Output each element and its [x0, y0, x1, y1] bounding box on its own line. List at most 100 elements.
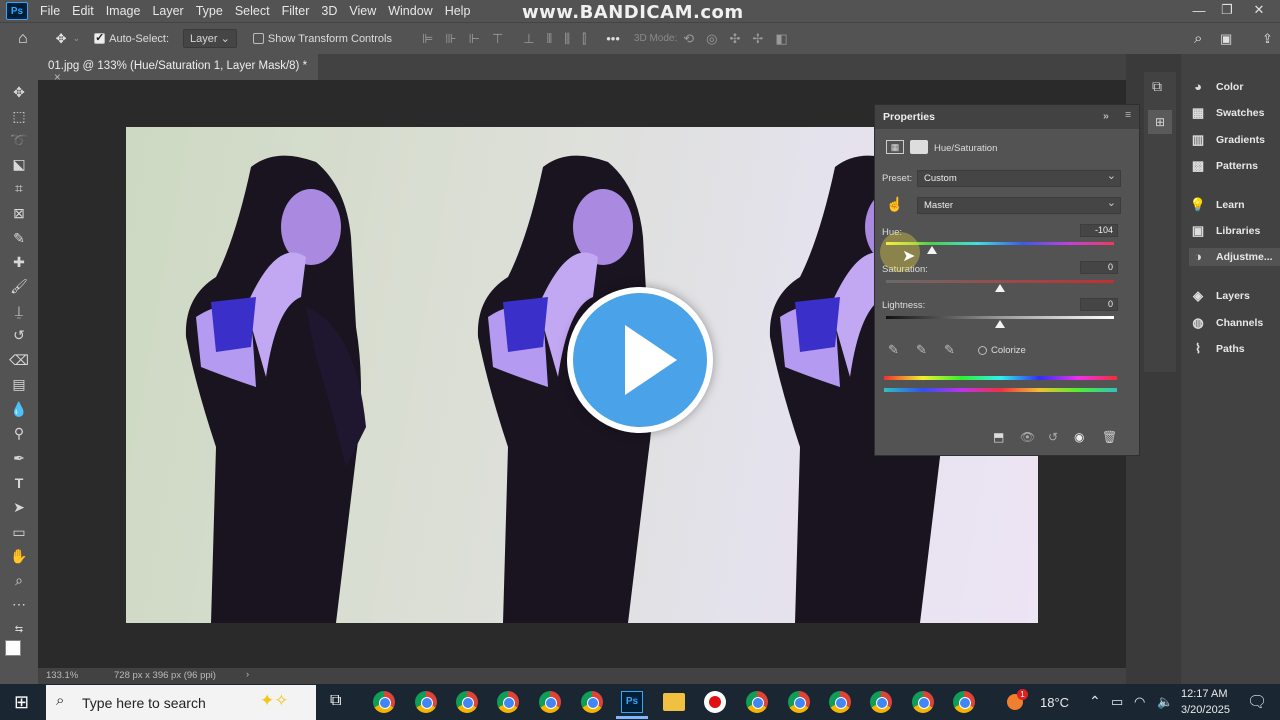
home-icon[interactable]: ⌂: [18, 30, 28, 48]
lightness-slider-thumb[interactable]: [995, 320, 1005, 328]
clock-time[interactable]: 12:17 AM: [1181, 688, 1227, 700]
eyedropper-tool-icon[interactable]: ✎: [9, 228, 29, 248]
history-panel-icon[interactable]: ⧉: [1152, 78, 1162, 95]
3d-scale-icon[interactable]: ◧: [775, 31, 787, 47]
saturation-value-field[interactable]: 0: [1080, 261, 1118, 274]
minimize-icon[interactable]: —: [1184, 0, 1214, 20]
task-view-icon[interactable]: ⧉: [330, 692, 341, 710]
hand-tool-icon[interactable]: ✋: [9, 546, 29, 566]
swap-colors-icon[interactable]: ⇆: [9, 620, 29, 640]
healing-brush-tool-icon[interactable]: ✚: [9, 252, 29, 272]
chevron-down-icon[interactable]: ⌄: [73, 33, 81, 44]
type-tool-icon[interactable]: T: [9, 473, 29, 493]
delete-trash-icon[interactable]: 🗑: [1102, 430, 1117, 444]
menu-file[interactable]: File: [34, 4, 66, 18]
path-selection-tool-icon[interactable]: ➤: [9, 497, 29, 517]
crop-tool-icon[interactable]: ⌗: [9, 178, 29, 198]
checkbox-icon[interactable]: [252, 33, 264, 44]
hue-slider-track[interactable]: [886, 242, 1114, 245]
chrome-icon[interactable]: [746, 691, 768, 713]
menu-edit[interactable]: Edit: [66, 4, 100, 18]
clone-stamp-tool-icon[interactable]: ⍊: [9, 301, 29, 321]
auto-select-checkbox[interactable]: Auto-Select:: [94, 31, 169, 45]
panel-layers[interactable]: ◈ Layers: [1189, 289, 1250, 303]
eyedropper-add-icon[interactable]: ✎: [916, 342, 927, 358]
align-top-icon[interactable]: ⊤: [492, 31, 503, 47]
file-explorer-icon[interactable]: [663, 693, 685, 711]
chrome-icon[interactable]: [788, 691, 810, 713]
eraser-tool-icon[interactable]: ⌫: [9, 350, 29, 370]
volume-icon[interactable]: 🔈: [1157, 694, 1173, 710]
share-icon[interactable]: ⇪: [1262, 31, 1273, 47]
panel-color[interactable]: ◕ Color: [1189, 80, 1243, 94]
distribute-horizontal-icon[interactable]: ⫼: [564, 31, 570, 47]
distribute-spacing-icon[interactable]: ⫿: [582, 31, 586, 47]
dodge-tool-icon[interactable]: ⚲: [9, 423, 29, 443]
clock-date[interactable]: 3/20/2025: [1181, 704, 1230, 716]
adjustment-layer-icon[interactable]: ▦: [886, 140, 904, 154]
align-middle-icon[interactable]: ⊥: [523, 31, 534, 47]
play-icon[interactable]: [567, 287, 713, 433]
lasso-tool-icon[interactable]: ➰: [9, 130, 29, 150]
chevron-right-icon[interactable]: ›: [246, 669, 249, 680]
eyedropper-subtract-icon[interactable]: ✎: [944, 342, 955, 358]
photoshop-taskbar-icon[interactable]: Ps: [621, 691, 643, 713]
move-tool-icon[interactable]: ✥: [56, 31, 67, 47]
taskbar-search-box[interactable]: ⌕ Type here to search ✦✧: [46, 685, 316, 720]
battery-icon[interactable]: ▭: [1111, 694, 1123, 710]
rectangle-tool-icon[interactable]: ▭: [9, 522, 29, 542]
document-tab[interactable]: 01.jpg @ 133% (Hue/Saturation 1, Layer M…: [38, 54, 318, 84]
distribute-vertical-icon[interactable]: ⫴: [547, 31, 552, 47]
chrome-icon[interactable]: [373, 691, 395, 713]
notification-center-icon[interactable]: 🗨: [1247, 692, 1267, 712]
menu-select[interactable]: Select: [229, 4, 276, 18]
collapse-panel-icon[interactable]: »: [1103, 110, 1109, 122]
workspace-icon[interactable]: ▣: [1220, 31, 1232, 47]
chrome-icon[interactable]: [581, 691, 603, 713]
panel-paths[interactable]: ⌇ Paths: [1189, 342, 1245, 356]
preset-dropdown[interactable]: Custom: [917, 169, 1121, 187]
menu-image[interactable]: Image: [100, 4, 147, 18]
panel-channels[interactable]: ◍ Channels: [1189, 316, 1263, 330]
lightness-value-field[interactable]: 0: [1080, 298, 1118, 311]
3d-roll-icon[interactable]: ◎: [706, 31, 717, 47]
channel-dropdown[interactable]: Master: [917, 196, 1121, 214]
chrome-icon[interactable]: [456, 691, 478, 713]
saturation-slider-thumb[interactable]: [995, 284, 1005, 292]
pen-tool-icon[interactable]: ✒: [9, 448, 29, 468]
panel-libraries[interactable]: ▣ Libraries: [1189, 224, 1261, 238]
lightness-slider-track[interactable]: [886, 316, 1114, 319]
chrome-icon[interactable]: [415, 691, 437, 713]
chevron-up-icon[interactable]: ⌃: [1089, 693, 1101, 710]
saturation-slider-track[interactable]: [886, 280, 1114, 283]
chrome-icon[interactable]: [829, 691, 851, 713]
align-left-icon[interactable]: ⊫: [422, 31, 433, 47]
panel-gradients[interactable]: ▥ Gradients: [1189, 133, 1265, 147]
hue-slider-thumb[interactable]: [927, 246, 937, 254]
panel-adjustments[interactable]: ◑ Adjustme...: [1189, 248, 1280, 266]
gradient-tool-icon[interactable]: ▤: [9, 374, 29, 394]
chrome-icon[interactable]: [870, 691, 892, 713]
history-brush-tool-icon[interactable]: ↺: [9, 325, 29, 345]
zoom-level[interactable]: 133.1%: [46, 670, 78, 681]
view-previous-state-icon[interactable]: 👁: [1020, 430, 1035, 444]
wifi-icon[interactable]: ◠: [1134, 694, 1145, 710]
3d-slide-icon[interactable]: ✢: [752, 31, 763, 47]
windows-start-icon[interactable]: ⊞: [14, 692, 29, 713]
menu-filter[interactable]: Filter: [276, 4, 316, 18]
chrome-icon[interactable]: [953, 691, 975, 713]
show-transform-checkbox[interactable]: Show Transform Controls: [252, 33, 392, 45]
visibility-eye-icon[interactable]: ◉: [1074, 430, 1084, 444]
menu-layer[interactable]: Layer: [146, 4, 189, 18]
menu-help[interactable]: Help: [439, 4, 477, 18]
properties-panel-icon[interactable]: ⊞: [1148, 110, 1172, 134]
weather-temp[interactable]: 18°C: [1040, 695, 1069, 710]
targeted-adjust-hand-icon[interactable]: ☝: [886, 196, 903, 213]
align-center-icon[interactable]: ⊪: [445, 31, 456, 47]
brush-tool-icon[interactable]: 🖌: [9, 276, 29, 296]
foreground-color-swatch[interactable]: [5, 640, 21, 656]
menu-view[interactable]: View: [343, 4, 382, 18]
panel-learn[interactable]: 💡 Learn: [1189, 198, 1245, 212]
bandicam-record-icon[interactable]: [704, 691, 726, 713]
align-right-icon[interactable]: ⊩: [469, 31, 480, 47]
